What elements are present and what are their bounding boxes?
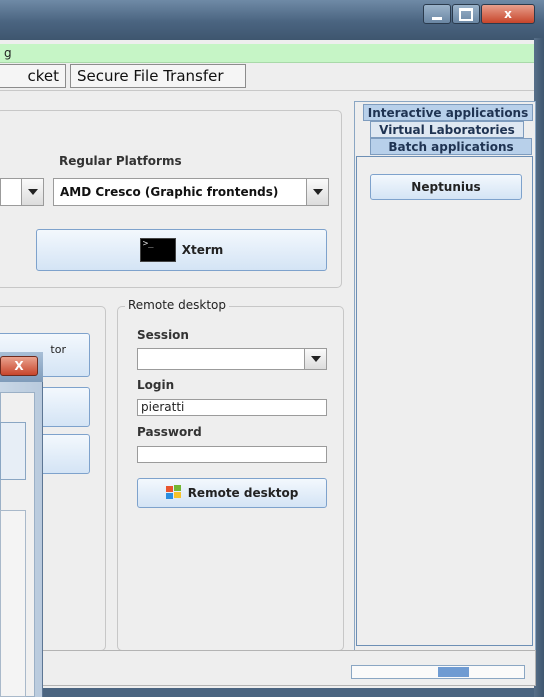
tab-batch-applications[interactable]: Batch applications	[370, 138, 532, 155]
session-label: Session	[137, 328, 189, 342]
minimize-button[interactable]	[423, 4, 451, 24]
status-green-bar	[0, 44, 534, 63]
green-bar-text: g	[4, 46, 12, 60]
neptunius-label: Neptunius	[411, 180, 481, 194]
tab-label: Interactive applications	[367, 105, 529, 120]
dialog-box[interactable]	[0, 422, 26, 480]
tab-label: Batch applications	[388, 139, 514, 154]
progress-bar	[351, 665, 525, 679]
session-select[interactable]	[137, 348, 327, 370]
platform-type-select[interactable]	[0, 178, 44, 206]
regular-platforms-label: Regular Platforms	[59, 154, 182, 168]
remote-desktop-legend: Remote desktop	[125, 298, 229, 312]
tab-interactive-applications[interactable]: Interactive applications	[363, 104, 533, 121]
tab-label: Secure File Transfer	[77, 67, 224, 85]
windows-logo-icon	[165, 485, 184, 501]
password-label: Password	[137, 425, 202, 439]
chevron-down-icon[interactable]	[304, 349, 326, 369]
xterm-button[interactable]: Xterm	[36, 229, 327, 271]
close-icon: x	[504, 7, 512, 21]
tab-secure-file-transfer[interactable]: Secure File Transfer	[70, 64, 246, 88]
terminal-icon	[139, 238, 176, 262]
dialog-panel	[0, 510, 26, 697]
close-button[interactable]: x	[481, 4, 535, 24]
xterm-label: Xterm	[181, 243, 224, 257]
login-label: Login	[137, 378, 175, 392]
maximize-button[interactable]	[452, 4, 480, 24]
tab-label: Virtual Laboratories	[379, 122, 515, 137]
dialog-close-button[interactable]: X	[0, 356, 38, 376]
window-frame-bottom	[0, 688, 534, 697]
login-field[interactable]: pieratti	[137, 399, 327, 416]
tab-socket[interactable]: cket	[0, 64, 66, 88]
remote-desktop-button[interactable]: Remote desktop	[137, 478, 327, 508]
remote-desktop-label: Remote desktop	[187, 486, 299, 500]
chevron-down-icon[interactable]	[21, 179, 43, 205]
progress-fill	[438, 667, 469, 677]
batch-applications-content	[356, 156, 533, 646]
tab-separator	[0, 90, 534, 91]
password-field[interactable]	[137, 446, 327, 463]
selected-platform: AMD Cresco (Graphic frontends)	[60, 185, 279, 199]
tab-label: cket	[27, 67, 59, 85]
close-icon: X	[14, 359, 24, 373]
neptunius-button[interactable]: Neptunius	[370, 174, 522, 200]
regular-platform-select[interactable]: AMD Cresco (Graphic frontends)	[53, 178, 329, 206]
chevron-down-icon[interactable]	[306, 179, 328, 205]
tab-virtual-laboratories[interactable]: Virtual Laboratories	[370, 121, 524, 138]
